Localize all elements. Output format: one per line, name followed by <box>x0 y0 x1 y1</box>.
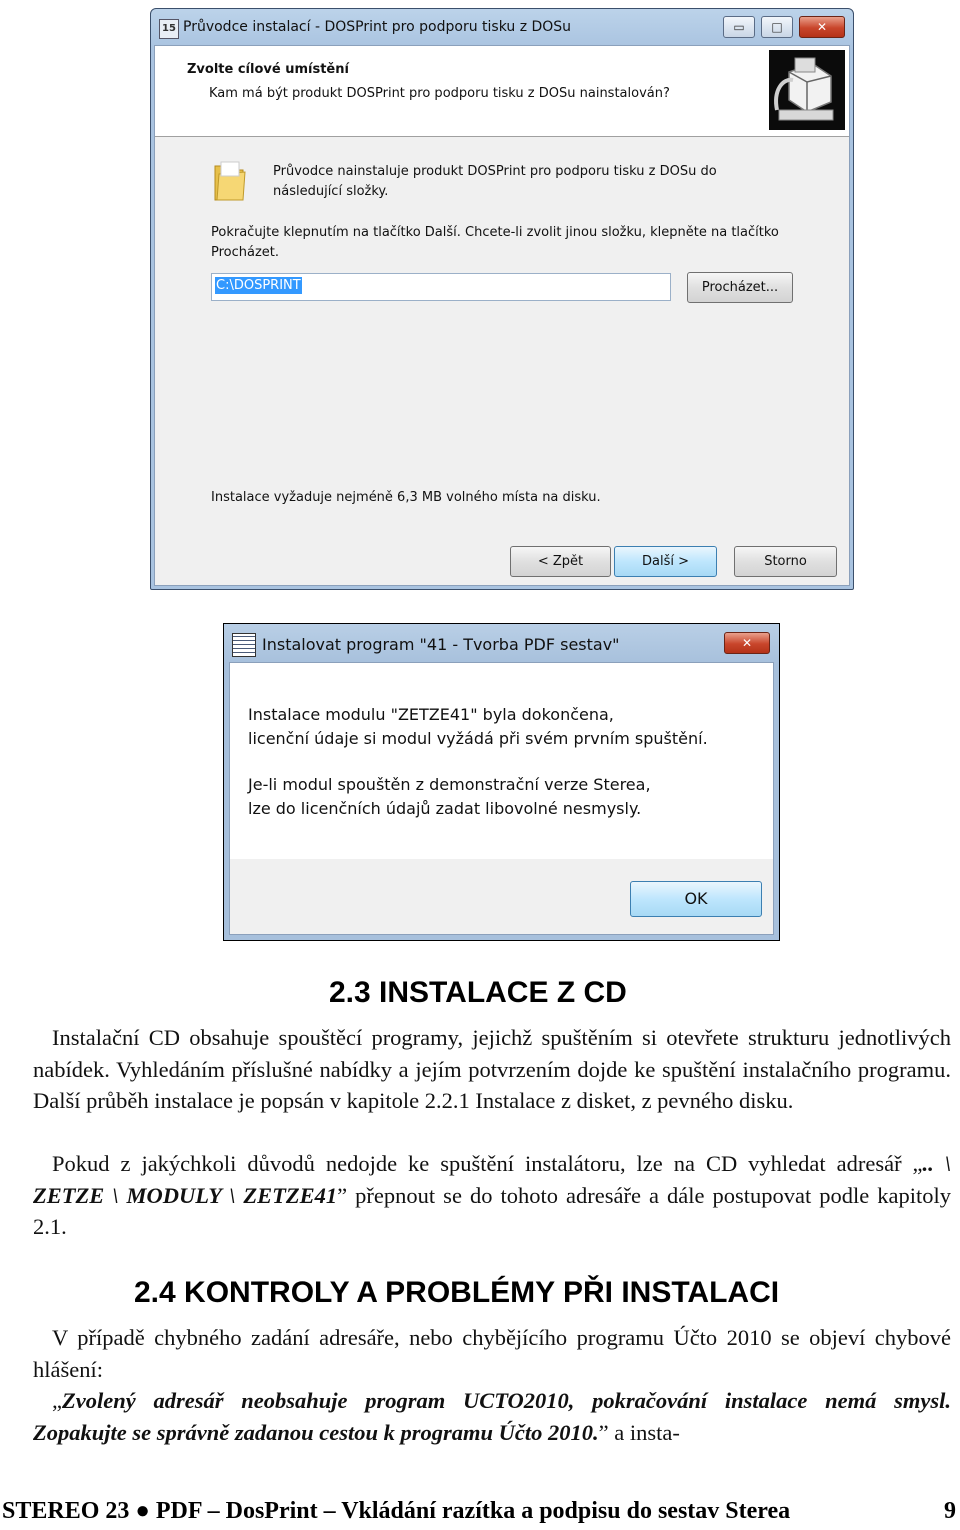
section-2-4-paragraph-1: V případě chybného zadání adresáře, nebo… <box>33 1322 951 1385</box>
msgbox-close-button[interactable]: ✕ <box>724 632 770 654</box>
section-2-4-heading: 2.4 KONTROLY A PROBLÉMY PŘI INSTALACI <box>134 1276 780 1309</box>
next-button[interactable]: Další > <box>614 546 717 577</box>
section-2-3-paragraph-2: Pokud z jakýchkoli důvodů nedojde ke spu… <box>33 1148 951 1243</box>
section-2-4-open-quote: „ <box>52 1388 62 1413</box>
footer-text: STEREO 23 ● PDF – DosPrint – Vkládání ra… <box>2 1498 791 1524</box>
msgbox-client-area: Instalace modulu "ZETZE41" byla dokončen… <box>229 662 774 935</box>
install-message-window: Instalovat program "41 - Tvorba PDF sest… <box>223 623 780 941</box>
section-2-3-heading: 2.3 INSTALACE Z CD <box>329 976 627 1009</box>
msgbox-line3: Je-li modul spouštěn z demonstrační verz… <box>248 775 651 794</box>
info-text-line1: Průvodce nainstaluje produkt DOSPrint pr… <box>273 164 717 179</box>
disk-space-note: Instalace vyžaduje nejméně 6,3 MB volnéh… <box>211 490 601 505</box>
folder-icon <box>213 160 247 202</box>
msgbox-title: Instalovat program "41 - Tvorba PDF sest… <box>262 635 620 654</box>
ok-button[interactable]: OK <box>630 881 762 917</box>
installer-wizard-window: 15 Průvodce instalací - DOSPrint pro pod… <box>150 8 854 590</box>
wizard-header-title: Zvolte cílové umístění <box>187 62 349 77</box>
wizard-header: Zvolte cílové umístění Kam má být produk… <box>155 46 849 137</box>
page-footer: STEREO 23 ● PDF – DosPrint – Vkládání ra… <box>0 1496 960 1530</box>
back-button[interactable]: < Zpět <box>510 546 611 577</box>
installer-app-icon: 15 <box>159 19 179 39</box>
section-2-3-p1-text: Instalační CD obsahuje spouštěcí program… <box>33 1025 951 1113</box>
browse-button[interactable]: Procházet... <box>687 272 793 303</box>
page-number: 9 <box>944 1498 956 1524</box>
wizard-header-subtitle: Kam má být produkt DOSPrint pro podporu … <box>209 86 670 101</box>
wizard-title: Průvodce instalací - DOSPrint pro podpor… <box>183 19 572 35</box>
msgbox-content: Instalace modulu "ZETZE41" byla dokončen… <box>230 663 773 859</box>
msgbox-titlebar[interactable]: Instalovat program "41 - Tvorba PDF sest… <box>224 624 779 662</box>
wizard-client-area: Zvolte cílové umístění Kam má být produk… <box>154 45 850 586</box>
error-message-quote: Zvolený adresář neobsahuje program UCTO2… <box>33 1388 951 1445</box>
instruction-text-line2: Procházet. <box>211 245 280 260</box>
close-button[interactable]: ✕ <box>799 16 845 38</box>
program-app-icon <box>232 633 256 657</box>
section-2-3-paragraph-1: Instalační CD obsahuje spouštěcí program… <box>33 1022 951 1117</box>
info-text-line2: následující složky. <box>273 184 389 199</box>
msgbox-line4: lze do licenčních údajů zadat libovolné … <box>248 799 642 818</box>
section-2-4-p2-after: ” a insta- <box>598 1419 680 1445</box>
section-2-3-p2-before: Pokud z jakýchkoli důvodů nedojde ke spu… <box>52 1151 923 1176</box>
install-path-input[interactable]: C:\DOSPRINT <box>211 273 671 301</box>
section-2-4-p1-text: V případě chybného zadání adresáře, nebo… <box>33 1325 951 1382</box>
msgbox-line2: licenční údaje si modul vyžádá při svém … <box>248 729 708 748</box>
section-2-4-paragraph-2: „Zvolený adresář neobsahuje program UCTO… <box>33 1385 951 1448</box>
minimize-button[interactable]: ▭ <box>723 16 755 38</box>
wizard-titlebar[interactable]: 15 Průvodce instalací - DOSPrint pro pod… <box>151 9 853 45</box>
instruction-text-line1: Pokračujte klepnutím na tlačítko Další. … <box>211 225 779 240</box>
maximize-button[interactable]: □ <box>761 16 793 38</box>
install-path-value: C:\DOSPRINT <box>215 277 302 294</box>
cancel-button[interactable]: Storno <box>734 546 837 577</box>
dosprint-logo-icon <box>769 50 845 130</box>
msgbox-line1: Instalace modulu "ZETZE41" byla dokončen… <box>248 705 614 724</box>
